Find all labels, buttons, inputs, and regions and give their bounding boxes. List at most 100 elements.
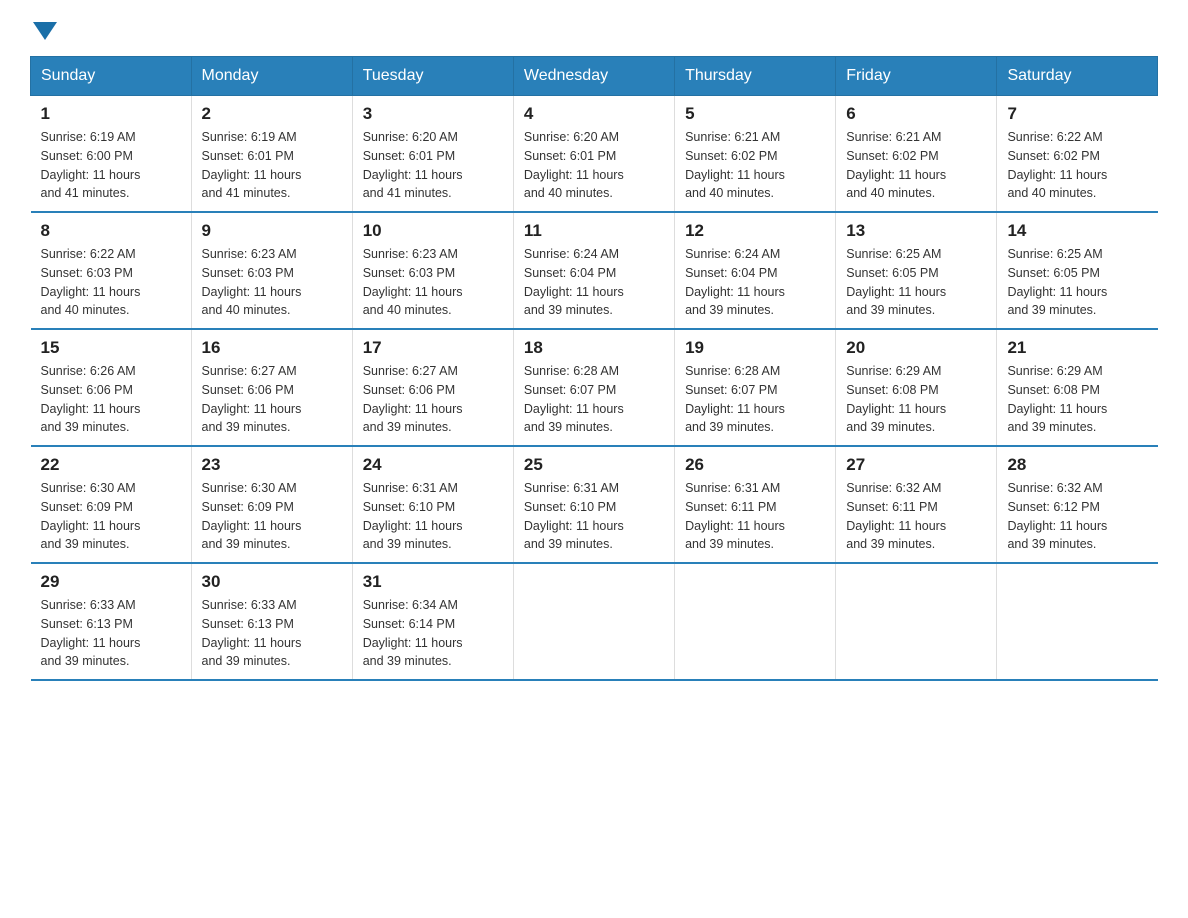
calendar-cell: 22 Sunrise: 6:30 AM Sunset: 6:09 PM Dayli… [31, 446, 192, 563]
calendar-cell: 13Sunrise: 6:25 AM Sunset: 6:05 PM Dayli… [836, 212, 997, 329]
calendar-cell: 28 Sunrise: 6:32 AM Sunset: 6:12 PM Dayli… [997, 446, 1158, 563]
day-info: Sunrise: 6:30 AM Sunset: 6:09 PM Dayligh… [41, 479, 181, 554]
day-number: 14 [1007, 221, 1147, 241]
day-info: Sunrise: 6:31 AM Sunset: 6:11 PM Dayligh… [685, 479, 825, 554]
day-number: 11 [524, 221, 664, 241]
day-number: 22 [41, 455, 181, 475]
day-number: 29 [41, 572, 181, 592]
day-info: Sunrise: 6:21 AM Sunset: 6:02 PM Dayligh… [846, 128, 986, 203]
calendar-cell [836, 563, 997, 680]
calendar-cell: 8 Sunrise: 6:22 AM Sunset: 6:03 PM Daylig… [31, 212, 192, 329]
calendar-cell: 7 Sunrise: 6:22 AM Sunset: 6:02 PM Daylig… [997, 96, 1158, 213]
day-number: 21 [1007, 338, 1147, 358]
calendar-cell: 5 Sunrise: 6:21 AM Sunset: 6:02 PM Daylig… [675, 96, 836, 213]
day-info: Sunrise: 6:29 AM Sunset: 6:08 PM Dayligh… [1007, 362, 1147, 437]
day-info: Sunrise: 6:20 AM Sunset: 6:01 PM Dayligh… [524, 128, 664, 203]
header-monday: Monday [191, 57, 352, 96]
calendar-cell: 12 Sunrise: 6:24 AM Sunset: 6:04 PM Dayli… [675, 212, 836, 329]
calendar-cell: 26 Sunrise: 6:31 AM Sunset: 6:11 PM Dayli… [675, 446, 836, 563]
calendar-cell: 19Sunrise: 6:28 AM Sunset: 6:07 PM Dayli… [675, 329, 836, 446]
day-number: 30 [202, 572, 342, 592]
calendar-cell: 11 Sunrise: 6:24 AM Sunset: 6:04 PM Dayli… [513, 212, 674, 329]
day-number: 25 [524, 455, 664, 475]
calendar-cell: 21 Sunrise: 6:29 AM Sunset: 6:08 PM Dayli… [997, 329, 1158, 446]
calendar-header-row: SundayMondayTuesdayWednesdayThursdayFrid… [31, 57, 1158, 96]
day-info: Sunrise: 6:24 AM Sunset: 6:04 PM Dayligh… [524, 245, 664, 320]
day-number: 16 [202, 338, 342, 358]
logo-triangle-icon [33, 22, 57, 40]
day-number: 9 [202, 221, 342, 241]
calendar-week-row: 15 Sunrise: 6:26 AM Sunset: 6:06 PM Dayli… [31, 329, 1158, 446]
calendar-cell: 14Sunrise: 6:25 AM Sunset: 6:05 PM Dayli… [997, 212, 1158, 329]
day-info: Sunrise: 6:26 AM Sunset: 6:06 PM Dayligh… [41, 362, 181, 437]
calendar-cell: 23 Sunrise: 6:30 AM Sunset: 6:09 PM Dayli… [191, 446, 352, 563]
day-number: 2 [202, 104, 342, 124]
day-number: 5 [685, 104, 825, 124]
calendar-cell: 31Sunrise: 6:34 AM Sunset: 6:14 PM Dayli… [352, 563, 513, 680]
day-number: 26 [685, 455, 825, 475]
header-wednesday: Wednesday [513, 57, 674, 96]
calendar-cell: 29 Sunrise: 6:33 AM Sunset: 6:13 PM Dayli… [31, 563, 192, 680]
calendar-week-row: 8 Sunrise: 6:22 AM Sunset: 6:03 PM Daylig… [31, 212, 1158, 329]
calendar-cell: 27Sunrise: 6:32 AM Sunset: 6:11 PM Dayli… [836, 446, 997, 563]
day-info: Sunrise: 6:20 AM Sunset: 6:01 PM Dayligh… [363, 128, 503, 203]
day-info: Sunrise: 6:27 AM Sunset: 6:06 PM Dayligh… [363, 362, 503, 437]
day-number: 12 [685, 221, 825, 241]
calendar-cell [997, 563, 1158, 680]
header-sunday: Sunday [31, 57, 192, 96]
day-number: 10 [363, 221, 503, 241]
calendar-week-row: 1Sunrise: 6:19 AM Sunset: 6:00 PM Daylig… [31, 96, 1158, 213]
day-info: Sunrise: 6:28 AM Sunset: 6:07 PM Dayligh… [524, 362, 664, 437]
calendar-cell: 15 Sunrise: 6:26 AM Sunset: 6:06 PM Dayli… [31, 329, 192, 446]
day-number: 18 [524, 338, 664, 358]
day-number: 3 [363, 104, 503, 124]
calendar-cell: 25 Sunrise: 6:31 AM Sunset: 6:10 PM Dayli… [513, 446, 674, 563]
day-number: 24 [363, 455, 503, 475]
calendar-cell: 18 Sunrise: 6:28 AM Sunset: 6:07 PM Dayli… [513, 329, 674, 446]
calendar-cell: 20 Sunrise: 6:29 AM Sunset: 6:08 PM Dayli… [836, 329, 997, 446]
calendar-cell: 1Sunrise: 6:19 AM Sunset: 6:00 PM Daylig… [31, 96, 192, 213]
calendar-week-row: 29 Sunrise: 6:33 AM Sunset: 6:13 PM Dayli… [31, 563, 1158, 680]
calendar-table: SundayMondayTuesdayWednesdayThursdayFrid… [30, 56, 1158, 681]
day-number: 20 [846, 338, 986, 358]
day-number: 27 [846, 455, 986, 475]
day-info: Sunrise: 6:21 AM Sunset: 6:02 PM Dayligh… [685, 128, 825, 203]
day-number: 6 [846, 104, 986, 124]
header-thursday: Thursday [675, 57, 836, 96]
day-number: 7 [1007, 104, 1147, 124]
day-info: Sunrise: 6:22 AM Sunset: 6:02 PM Dayligh… [1007, 128, 1147, 203]
day-number: 17 [363, 338, 503, 358]
day-info: Sunrise: 6:23 AM Sunset: 6:03 PM Dayligh… [363, 245, 503, 320]
calendar-cell: 10 Sunrise: 6:23 AM Sunset: 6:03 PM Dayli… [352, 212, 513, 329]
calendar-cell: 2Sunrise: 6:19 AM Sunset: 6:01 PM Daylig… [191, 96, 352, 213]
day-info: Sunrise: 6:32 AM Sunset: 6:12 PM Dayligh… [1007, 479, 1147, 554]
calendar-cell [513, 563, 674, 680]
day-info: Sunrise: 6:30 AM Sunset: 6:09 PM Dayligh… [202, 479, 342, 554]
calendar-cell: 3 Sunrise: 6:20 AM Sunset: 6:01 PM Daylig… [352, 96, 513, 213]
day-info: Sunrise: 6:29 AM Sunset: 6:08 PM Dayligh… [846, 362, 986, 437]
day-info: Sunrise: 6:22 AM Sunset: 6:03 PM Dayligh… [41, 245, 181, 320]
day-number: 4 [524, 104, 664, 124]
day-number: 13 [846, 221, 986, 241]
calendar-cell: 17 Sunrise: 6:27 AM Sunset: 6:06 PM Dayli… [352, 329, 513, 446]
day-number: 8 [41, 221, 181, 241]
day-number: 28 [1007, 455, 1147, 475]
logo [30, 20, 57, 38]
calendar-cell: 6 Sunrise: 6:21 AM Sunset: 6:02 PM Daylig… [836, 96, 997, 213]
calendar-cell [675, 563, 836, 680]
day-info: Sunrise: 6:33 AM Sunset: 6:13 PM Dayligh… [41, 596, 181, 671]
header-friday: Friday [836, 57, 997, 96]
day-number: 23 [202, 455, 342, 475]
day-info: Sunrise: 6:19 AM Sunset: 6:00 PM Dayligh… [41, 128, 181, 203]
day-info: Sunrise: 6:31 AM Sunset: 6:10 PM Dayligh… [524, 479, 664, 554]
day-number: 15 [41, 338, 181, 358]
day-info: Sunrise: 6:28 AM Sunset: 6:07 PM Dayligh… [685, 362, 825, 437]
calendar-cell: 16 Sunrise: 6:27 AM Sunset: 6:06 PM Dayli… [191, 329, 352, 446]
day-info: Sunrise: 6:24 AM Sunset: 6:04 PM Dayligh… [685, 245, 825, 320]
calendar-cell: 30Sunrise: 6:33 AM Sunset: 6:13 PM Dayli… [191, 563, 352, 680]
calendar-cell: 24 Sunrise: 6:31 AM Sunset: 6:10 PM Dayli… [352, 446, 513, 563]
header-saturday: Saturday [997, 57, 1158, 96]
calendar-week-row: 22 Sunrise: 6:30 AM Sunset: 6:09 PM Dayli… [31, 446, 1158, 563]
day-info: Sunrise: 6:27 AM Sunset: 6:06 PM Dayligh… [202, 362, 342, 437]
day-info: Sunrise: 6:31 AM Sunset: 6:10 PM Dayligh… [363, 479, 503, 554]
